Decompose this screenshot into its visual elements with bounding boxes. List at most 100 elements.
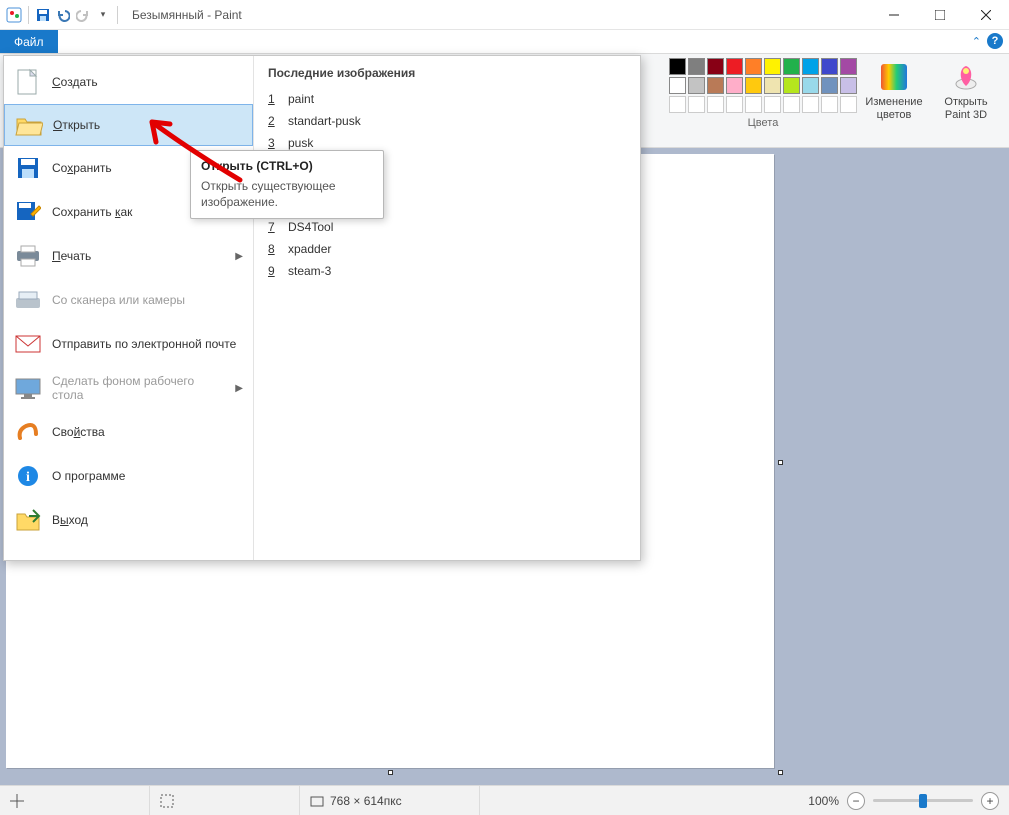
file-menu-item-label: Выход	[52, 513, 88, 527]
color-swatch[interactable]	[764, 58, 781, 75]
color-swatch[interactable]	[707, 77, 724, 94]
recent-name: steam-3	[288, 264, 331, 278]
recent-item[interactable]: 9steam-3	[268, 260, 626, 282]
color-swatch[interactable]	[764, 96, 781, 113]
color-swatches	[669, 58, 857, 113]
file-tab[interactable]: Файл	[0, 30, 58, 53]
file-menu-item-6[interactable]: Отправить по электронной почте	[4, 322, 253, 366]
file-menu-item-label: Отправить по электронной почте	[52, 337, 236, 351]
zoom-slider-thumb[interactable]	[919, 794, 927, 808]
color-swatch[interactable]	[669, 58, 686, 75]
color-swatch[interactable]	[726, 96, 743, 113]
zoom-in-button[interactable]: +	[981, 792, 999, 810]
minimize-button[interactable]	[871, 0, 917, 30]
color-swatch[interactable]	[745, 58, 762, 75]
color-swatch[interactable]	[821, 96, 838, 113]
resize-handle-corner[interactable]	[778, 770, 783, 775]
color-swatch[interactable]	[840, 77, 857, 94]
resize-handle-bottom[interactable]	[388, 770, 393, 775]
selection-icon	[160, 794, 174, 808]
color-swatch[interactable]	[726, 58, 743, 75]
file-menu-item-4[interactable]: Печать▶	[4, 234, 253, 278]
file-menu-item-10[interactable]: Выход	[4, 498, 253, 542]
file-menu-item-8[interactable]: Свойства	[4, 410, 253, 454]
recent-item[interactable]: 8 xpadder	[268, 238, 626, 260]
save-as-icon	[14, 198, 42, 226]
help-icon[interactable]: ?	[987, 33, 1003, 49]
color-swatch[interactable]	[840, 58, 857, 75]
color-swatch[interactable]	[783, 96, 800, 113]
qat-customize-icon[interactable]: ▾	[95, 7, 111, 23]
maximize-button[interactable]	[917, 0, 963, 30]
qat-undo-icon[interactable]	[55, 7, 71, 23]
file-menu: СоздатьОткрытьСохранитьСохранить как▶Печ…	[3, 55, 641, 561]
colors-group-label: Цвета	[748, 117, 779, 129]
qat-save-icon[interactable]	[35, 7, 51, 23]
recent-item[interactable]: 2standart-pusk	[268, 110, 626, 132]
close-button[interactable]	[963, 0, 1009, 30]
collapse-ribbon-icon[interactable]: ⌃	[972, 35, 981, 48]
color-swatch[interactable]	[669, 96, 686, 113]
zoom-level: 100%	[808, 794, 839, 808]
recent-index: 7	[268, 220, 278, 234]
color-swatch[interactable]	[707, 58, 724, 75]
file-menu-item-label: О программе	[52, 469, 125, 483]
file-menu-item-1[interactable]: Открыть	[4, 104, 253, 146]
color-swatch[interactable]	[688, 58, 705, 75]
canvas-size-icon	[310, 794, 324, 808]
color-swatch[interactable]	[688, 96, 705, 113]
swatch-row	[669, 96, 857, 113]
recent-name: DS4Tool	[288, 220, 333, 234]
color-swatch[interactable]	[764, 77, 781, 94]
open-folder-icon	[15, 111, 43, 139]
color-swatch[interactable]	[707, 96, 724, 113]
about-icon: i	[14, 462, 42, 490]
file-menu-item-label: Сохранить как	[52, 205, 132, 219]
recent-item[interactable]: 1paint	[268, 88, 626, 110]
swatch-row	[669, 77, 857, 94]
recent-index: 3	[268, 136, 278, 150]
open-paint-3d-label: Открыть Paint 3D	[935, 96, 997, 121]
ribbon-colors-area: Цвета Изменение цветов Открыть Paint 3D	[669, 58, 1001, 129]
color-swatch[interactable]	[821, 77, 838, 94]
file-menu-item-label: Открыть	[53, 118, 100, 132]
file-menu-item-9[interactable]: i О программе	[4, 454, 253, 498]
color-swatch[interactable]	[783, 77, 800, 94]
submenu-arrow-icon: ▶	[235, 251, 243, 262]
window-title: Безымянный - Paint	[126, 8, 242, 22]
resize-handle-right[interactable]	[778, 460, 783, 465]
scanner-icon	[14, 286, 42, 314]
qat-redo-icon[interactable]	[75, 7, 91, 23]
recent-name: standart-pusk	[288, 114, 361, 128]
exit-icon	[14, 506, 42, 534]
tooltip-body: Открыть существующее изображение.	[201, 179, 373, 210]
color-swatch[interactable]	[802, 96, 819, 113]
color-swatch[interactable]	[783, 58, 800, 75]
color-swatch[interactable]	[726, 77, 743, 94]
color-swatch[interactable]	[745, 96, 762, 113]
color-swatch[interactable]	[688, 77, 705, 94]
zoom-out-button[interactable]: −	[847, 792, 865, 810]
recent-item[interactable]: 7 DS4Tool	[268, 216, 626, 238]
recent-index: 8	[268, 242, 278, 256]
file-menu-item-7: Сделать фоном рабочего стола▶	[4, 366, 253, 410]
swatch-row	[669, 58, 857, 75]
edit-colors-button[interactable]: Изменение цветов	[859, 58, 929, 123]
color-swatch[interactable]	[802, 77, 819, 94]
color-swatch[interactable]	[802, 58, 819, 75]
file-menu-left: СоздатьОткрытьСохранитьСохранить как▶Печ…	[4, 56, 254, 560]
open-paint-3d-button[interactable]: Открыть Paint 3D	[931, 58, 1001, 123]
color-swatch[interactable]	[821, 58, 838, 75]
color-swatch[interactable]	[669, 77, 686, 94]
submenu-arrow-icon: ▶	[235, 383, 243, 394]
paint-app-icon	[6, 7, 22, 23]
file-menu-item-label: Свойства	[52, 425, 105, 439]
file-menu-item-0[interactable]: Создать	[4, 60, 253, 104]
color-swatch[interactable]	[840, 96, 857, 113]
color-swatch[interactable]	[745, 77, 762, 94]
desktop-bg-icon	[14, 374, 42, 402]
recent-index: 1	[268, 92, 278, 106]
zoom-slider[interactable]	[873, 799, 973, 802]
recent-name: xpadder	[288, 242, 331, 256]
tooltip-title: Открыть (CTRL+O)	[201, 159, 373, 173]
